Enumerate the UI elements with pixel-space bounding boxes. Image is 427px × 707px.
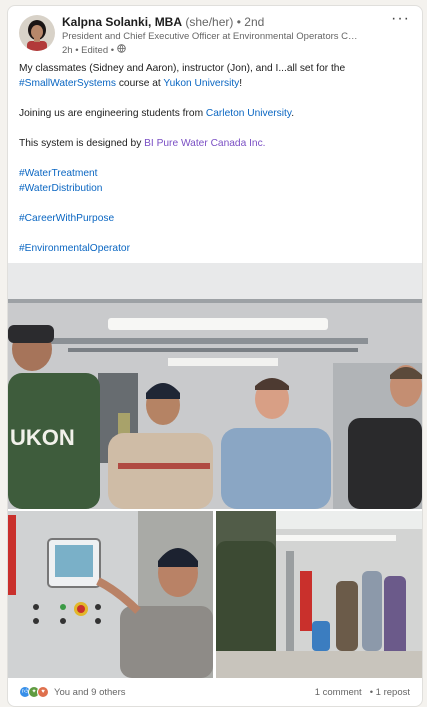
reactions[interactable]: 👍︎ ✦ ♥ You and 9 others — [19, 686, 126, 698]
love-icon: ♥ — [37, 686, 49, 698]
author-headline: President and Chief Executive Officer at… — [62, 31, 362, 42]
post-text-1c: ! — [239, 78, 243, 89]
connection-degree: • 2nd — [236, 15, 265, 29]
post-meta: 2h • Edited • — [62, 44, 126, 56]
hashtag-environmentaloperator[interactable]: #EnvironmentalOperator — [19, 243, 130, 254]
social-counts-bar: 👍︎ ✦ ♥ You and 9 others 1 comment • 1 re… — [8, 678, 422, 706]
hashtag-careerwithpurpose[interactable]: #CareerWithPurpose — [19, 213, 114, 224]
post-time: 2h • Edited • — [62, 44, 115, 56]
reactions-count[interactable]: You and 9 others — [54, 687, 126, 698]
reposts-count[interactable]: • 1 repost — [370, 687, 410, 698]
comments-count[interactable]: 1 comment — [315, 687, 362, 698]
more-options-button[interactable]: ··· — [391, 10, 410, 28]
author-line: Kalpna Solanki, MBA (she/her) • 2nd — [62, 15, 264, 29]
author-pronouns: (she/her) — [185, 15, 234, 29]
mention-bi-pure-water[interactable]: BI Pure Water Canada Inc. — [144, 138, 265, 149]
avatar[interactable] — [19, 15, 55, 51]
hashtag-smallwatersystems[interactable]: #SmallWaterSystems — [19, 78, 116, 89]
globe-icon — [117, 44, 126, 56]
engagement-counts: 1 comment • 1 repost — [315, 687, 410, 698]
hashtag-watertreatment[interactable]: #WaterTreatment — [19, 168, 98, 179]
jacket-text: UKON — [10, 425, 75, 450]
post-text-2: Joining us are engineering students from — [19, 108, 206, 119]
post-text-1: My classmates (Sidney and Aaron), instru… — [19, 63, 346, 74]
post-text-2b: . — [291, 108, 295, 119]
post-text-3: This system is designed by — [19, 138, 145, 149]
post-card: Kalpna Solanki, MBA (she/her) • 2nd Pres… — [7, 5, 423, 707]
mention-yukon-university[interactable]: Yukon University — [163, 78, 239, 89]
photo-control-panel[interactable] — [8, 511, 213, 678]
photo-group[interactable]: UKON — [8, 263, 422, 509]
post-text: My classmates (Sidney and Aaron), instru… — [19, 61, 414, 256]
post-text-1b: course at — [116, 78, 164, 89]
author-name[interactable]: Kalpna Solanki, MBA — [62, 15, 182, 29]
hashtag-waterdistribution[interactable]: #WaterDistribution — [19, 183, 102, 194]
mention-carleton-university[interactable]: Carleton University — [206, 108, 291, 119]
photo-water-system[interactable] — [216, 511, 422, 678]
